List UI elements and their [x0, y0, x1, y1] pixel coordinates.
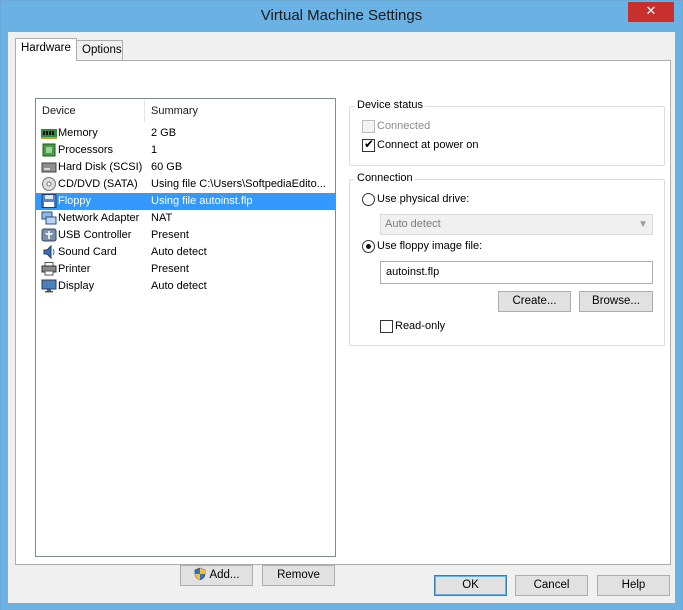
device-summary: NAT — [151, 212, 173, 224]
column-divider[interactable] — [144, 99, 145, 122]
device-summary: 60 GB — [151, 161, 183, 173]
printer-icon — [41, 262, 57, 276]
window-frame-bottom — [1, 602, 682, 609]
display-icon — [41, 279, 57, 293]
create-button-label: Create... — [512, 295, 557, 307]
device-row-network-adapter[interactable]: Network Adapter NAT — [36, 210, 335, 227]
read-only-checkbox[interactable] — [380, 320, 393, 333]
connect-at-power-on-checkbox[interactable]: ✔ — [362, 137, 375, 152]
device-row-printer[interactable]: Printer Present — [36, 261, 335, 278]
device-status-title: Device status — [355, 99, 426, 111]
device-name: Floppy — [58, 195, 92, 207]
use-floppy-image-radio[interactable] — [362, 240, 375, 253]
device-summary: Present — [151, 263, 189, 275]
device-status-group: Device status Connected ✔ Connect at pow… — [349, 99, 665, 166]
column-header-device[interactable]: Device — [42, 105, 76, 117]
add-button-label: Add... — [209, 569, 240, 581]
device-name: CD/DVD (SATA) — [58, 178, 138, 190]
connection-group: Connection Use physical drive: Auto dete… — [349, 172, 665, 346]
device-name: USB Controller — [58, 229, 132, 241]
device-name: Memory — [58, 127, 98, 139]
title-bar[interactable]: Virtual Machine Settings ✕ — [1, 1, 682, 32]
use-physical-drive-radio[interactable] — [362, 193, 375, 206]
physical-drive-value: Auto detect — [385, 218, 441, 230]
device-row-floppy[interactable]: Floppy Using file autoinst.flp — [36, 193, 335, 210]
radio-selected-dot — [366, 244, 371, 249]
settings-window: Virtual Machine Settings ✕ Hardware Opti… — [0, 0, 683, 610]
browse-button-label: Browse... — [592, 295, 640, 307]
processor-icon — [42, 143, 56, 157]
dialog-client-area: Hardware Options Device Summary Memory 2… — [8, 32, 675, 603]
tab-hardware[interactable]: Hardware — [15, 38, 77, 61]
device-name: Processors — [58, 144, 114, 156]
device-row-usb-controller[interactable]: USB Controller Present — [36, 227, 335, 244]
use-physical-drive-label: Use physical drive: — [377, 193, 470, 205]
remove-button[interactable]: Remove — [262, 565, 335, 586]
connected-label: Connected — [377, 120, 431, 132]
device-row-hard-disk[interactable]: Hard Disk (SCSI) 60 GB — [36, 159, 335, 176]
remove-button-label: Remove — [277, 569, 320, 581]
network-adapter-icon — [41, 211, 57, 225]
device-summary: 1 — [151, 144, 158, 156]
connect-at-power-on-label: Connect at power on — [377, 139, 479, 151]
cancel-button-label: Cancel — [533, 579, 570, 591]
cd-dvd-icon — [42, 177, 56, 191]
chevron-down-icon: ▼ — [638, 219, 648, 230]
window-frame-left — [1, 32, 8, 610]
column-header-summary[interactable]: Summary — [151, 105, 198, 117]
device-list[interactable]: Device Summary Memory 2 GB Processors 1 — [35, 98, 336, 557]
tab-label: Hardware — [21, 42, 71, 54]
tab-options[interactable]: Options — [76, 40, 123, 62]
device-name: Sound Card — [58, 246, 117, 258]
memory-icon — [41, 129, 57, 139]
device-summary: Auto detect — [151, 280, 207, 292]
connection-title: Connection — [355, 172, 415, 184]
sound-card-icon — [43, 245, 55, 259]
device-summary: Auto detect — [151, 246, 207, 258]
device-name: Hard Disk (SCSI) — [58, 161, 143, 173]
device-summary: Using file C:\Users\SoftpediaEdito... — [151, 178, 326, 190]
hardware-tab-panel: Device Summary Memory 2 GB Processors 1 — [15, 60, 671, 586]
device-row-processors[interactable]: Processors 1 — [36, 142, 335, 159]
usb-controller-icon — [41, 228, 57, 242]
device-summary: Using file autoinst.flp — [151, 195, 253, 207]
device-summary: 2 GB — [151, 127, 177, 139]
device-row-cd-dvd[interactable]: CD/DVD (SATA) Using file C:\Users\Softpe… — [36, 176, 335, 193]
device-row-memory[interactable]: Memory 2 GB — [36, 125, 335, 142]
device-summary: Present — [151, 229, 189, 241]
ok-button[interactable]: OK — [434, 575, 507, 596]
device-name: Display — [58, 280, 95, 292]
browse-button[interactable]: Browse... — [579, 291, 653, 312]
device-name: Network Adapter — [58, 212, 140, 224]
add-button[interactable]: Add... — [180, 565, 253, 586]
floppy-icon — [41, 194, 57, 208]
shield-icon — [195, 567, 206, 581]
help-button-label: Help — [621, 579, 646, 591]
use-floppy-image-label: Use floppy image file: — [377, 240, 483, 252]
help-button[interactable]: Help — [597, 575, 670, 596]
floppy-image-path-value: autoinst.flp — [386, 266, 440, 278]
ok-button-label: OK — [462, 579, 479, 591]
checkmark-icon: ✔ — [364, 137, 375, 151]
device-name: Printer — [58, 263, 91, 275]
floppy-image-path-input[interactable]: autoinst.flp — [380, 261, 653, 284]
physical-drive-select[interactable]: Auto detect ▼ — [380, 214, 653, 235]
window-frame-right — [675, 32, 682, 610]
device-row-sound-card[interactable]: Sound Card Auto detect — [36, 244, 335, 261]
create-button[interactable]: Create... — [498, 291, 571, 312]
tab-label: Options — [82, 44, 122, 56]
connected-checkbox[interactable] — [362, 120, 375, 133]
read-only-label: Read-only — [395, 320, 446, 332]
list-header: Device Summary — [36, 99, 335, 122]
close-button[interactable]: ✕ — [628, 2, 674, 22]
device-row-display[interactable]: Display Auto detect — [36, 278, 335, 295]
cancel-button[interactable]: Cancel — [515, 575, 588, 596]
window-title: Virtual Machine Settings — [260, 7, 423, 24]
close-icon: ✕ — [645, 4, 657, 19]
hard-disk-icon — [41, 162, 57, 173]
